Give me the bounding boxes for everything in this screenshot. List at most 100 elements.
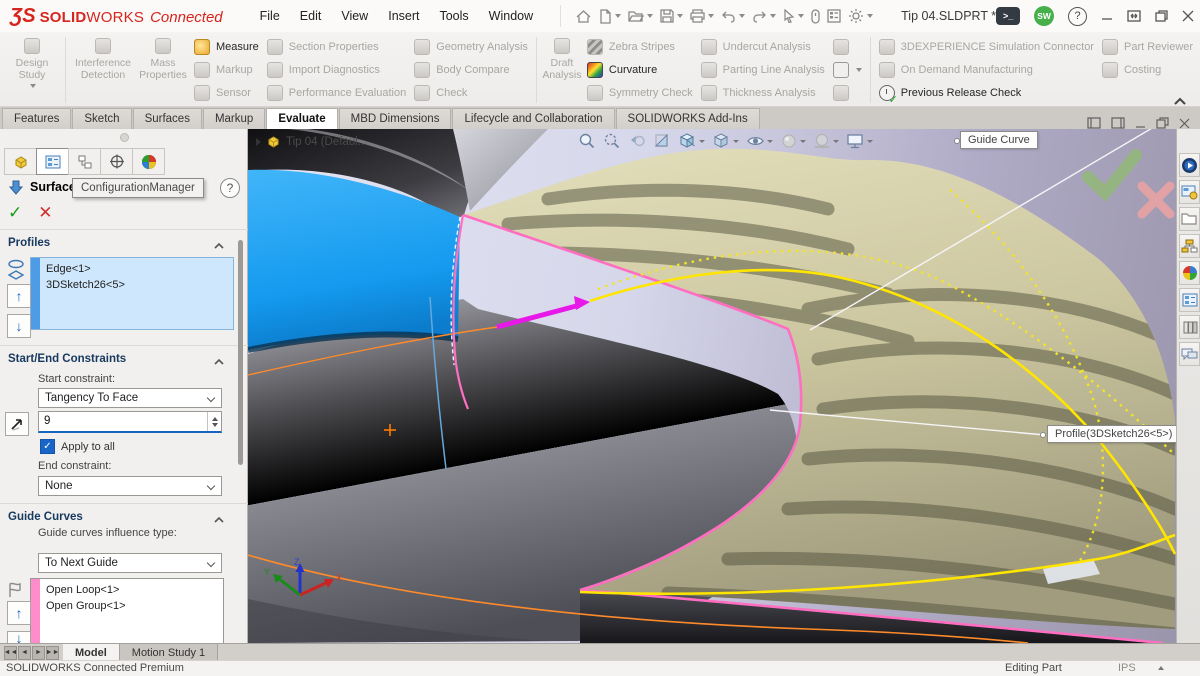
new-document-button[interactable] — [597, 7, 623, 26]
section-view-button[interactable] — [653, 132, 671, 150]
move-profile-up-button[interactable]: ↑ — [7, 284, 31, 308]
expand-tree-icon[interactable] — [256, 138, 261, 146]
print-button[interactable] — [688, 7, 716, 25]
markup-button[interactable]: Markup — [194, 59, 259, 81]
tab-markup[interactable]: Markup — [203, 108, 265, 129]
span-displays-button[interactable] — [1127, 10, 1141, 22]
menu-tools[interactable]: Tools — [430, 5, 477, 27]
design-library-button[interactable] — [1179, 207, 1200, 231]
tab-configuration-manager[interactable] — [68, 148, 100, 175]
confirm-ok-mark[interactable] — [1088, 155, 1136, 193]
zoom-to-area-button[interactable] — [603, 132, 621, 150]
tangency-value[interactable]: 9 — [39, 412, 208, 431]
costing-button[interactable]: Costing — [1102, 59, 1193, 81]
custom-properties-button[interactable] — [1179, 288, 1200, 312]
unit-system-label[interactable]: IPS — [1118, 662, 1136, 674]
guide-curves-section-header[interactable]: Guide Curves — [0, 507, 234, 527]
on-demand-manufacturing-button[interactable]: On Demand Manufacturing — [879, 59, 1094, 81]
tab-features[interactable]: Features — [2, 108, 71, 129]
scroll-first-button[interactable]: ◄◄ — [4, 646, 17, 660]
import-diagnostics-button[interactable]: Import Diagnostics — [267, 59, 406, 81]
menu-window[interactable]: Window — [480, 5, 542, 27]
restore-window-button[interactable] — [1155, 10, 1168, 22]
apply-scene-button[interactable] — [813, 132, 839, 150]
profile-item-3dsketch[interactable]: 3DSketch26<5> — [46, 277, 227, 293]
spinner-arrows[interactable] — [208, 412, 221, 431]
hide-show-items-button[interactable] — [746, 132, 773, 150]
part-reviewer-button[interactable]: Part Reviewer — [1102, 36, 1193, 58]
constraints-section-header[interactable]: Start/End Constraints — [0, 349, 234, 369]
display-style-button[interactable] — [712, 132, 739, 150]
profile-callout[interactable]: Profile(3DSketch26<5>) — [1047, 425, 1176, 443]
view-settings-button[interactable] — [846, 132, 873, 150]
menu-insert[interactable]: Insert — [379, 5, 428, 27]
solidworks-account-badge[interactable]: SW — [1034, 6, 1054, 26]
tab-evaluate[interactable]: Evaluate — [266, 108, 337, 129]
select-tool-button[interactable] — [781, 7, 806, 25]
redo-button[interactable] — [750, 8, 778, 25]
open-document-button[interactable] — [626, 7, 655, 25]
geometry-analysis-button[interactable]: Geometry Analysis — [414, 36, 528, 58]
compare-document-button[interactable] — [833, 36, 862, 58]
tab-mbd-dimensions[interactable]: MBD Dimensions — [339, 108, 452, 129]
undercut-analysis-button[interactable]: Undercut Analysis — [701, 36, 825, 58]
tab-lifecycle-collaboration[interactable]: Lifecycle and Collaboration — [452, 108, 614, 129]
previous-release-check-button[interactable]: Previous Release Check — [879, 82, 1094, 104]
menu-edit[interactable]: Edit — [291, 5, 331, 27]
tab-sketch[interactable]: Sketch — [72, 108, 131, 129]
document-manager-button[interactable] — [1179, 315, 1200, 339]
options-gear-button[interactable] — [846, 6, 875, 26]
scroll-last-button[interactable]: ►► — [46, 646, 59, 660]
tab-feature-manager[interactable] — [4, 148, 36, 175]
collapse-ribbon-button[interactable] — [1174, 92, 1186, 100]
body-compare-button[interactable]: Body Compare — [414, 59, 528, 81]
panel-grip[interactable] — [120, 133, 129, 142]
dock-pane-right-icon[interactable] — [1111, 117, 1125, 129]
zebra-stripes-button[interactable]: Zebra Stripes — [587, 36, 693, 58]
measure-button[interactable]: Measure — [194, 36, 259, 58]
restore-document-icon[interactable] — [1156, 117, 1169, 129]
interference-detection-button[interactable]: Interference Detection — [70, 34, 136, 106]
tab-solidworks-addins[interactable]: SOLIDWORKS Add-Ins — [616, 108, 760, 129]
profile-item-edge[interactable]: Edge<1> — [46, 261, 227, 277]
check-button[interactable]: Check — [414, 82, 528, 104]
symmetry-check-button[interactable]: Symmetry Check — [587, 82, 693, 104]
influence-type-select[interactable]: To Next Guide — [38, 553, 222, 573]
simulation-connector-button[interactable]: 3DEXPERIENCE Simulation Connector — [879, 36, 1094, 58]
section-properties-button[interactable]: Section Properties — [267, 36, 406, 58]
previous-view-button[interactable] — [628, 132, 646, 150]
verification-button[interactable] — [833, 59, 862, 81]
home-button[interactable] — [573, 7, 594, 26]
parting-line-analysis-button[interactable]: Parting Line Analysis — [701, 59, 825, 81]
tangency-direction-button[interactable] — [5, 412, 29, 436]
pm-scrollbar[interactable] — [238, 240, 243, 465]
minimize-button[interactable] — [1101, 10, 1113, 22]
close-document-icon[interactable] — [1179, 118, 1190, 129]
move-profile-down-button[interactable]: ↓ — [7, 314, 31, 338]
thickness-analysis-button[interactable]: Thickness Analysis — [701, 82, 825, 104]
draft-analysis-button[interactable]: Draft Analysis — [541, 34, 583, 106]
design-study-button[interactable]: Design Study — [3, 34, 61, 106]
model-tab[interactable]: Model — [63, 644, 120, 661]
mouse-gestures-button[interactable] — [809, 7, 822, 26]
pm-ok-button[interactable]: ✓ — [8, 203, 22, 223]
save-button[interactable] — [658, 7, 685, 25]
pm-help-button[interactable]: ? — [220, 178, 240, 198]
dock-pane-left-icon[interactable] — [1087, 117, 1101, 129]
tab-surfaces[interactable]: Surfaces — [133, 108, 202, 129]
scroll-left-button[interactable]: ◄ — [18, 646, 31, 660]
minimize-document-icon[interactable] — [1135, 118, 1146, 129]
start-constraint-select[interactable]: Tangency To Face — [38, 388, 222, 408]
view-orientation-button[interactable] — [678, 132, 705, 150]
pm-cancel-button[interactable]: ✕ — [38, 203, 52, 223]
feature-tree-flyout[interactable]: Tip 04 (Defaul... — [256, 135, 367, 148]
end-constraint-select[interactable]: None — [38, 476, 222, 496]
edit-appearance-button[interactable] — [780, 132, 806, 150]
sensor-button[interactable]: Sensor — [194, 82, 259, 104]
deviation-analysis-button[interactable] — [833, 82, 862, 104]
threedexperience-button[interactable] — [1179, 153, 1200, 177]
scroll-right-button[interactable]: ► — [32, 646, 45, 660]
apply-to-all-checkbox[interactable]: ✓ Apply to all — [40, 439, 115, 454]
graphics-viewport[interactable]: Z X Y Tip 04 (Defaul... Guide Curve — [248, 129, 1176, 643]
zoom-to-fit-button[interactable] — [578, 132, 596, 150]
